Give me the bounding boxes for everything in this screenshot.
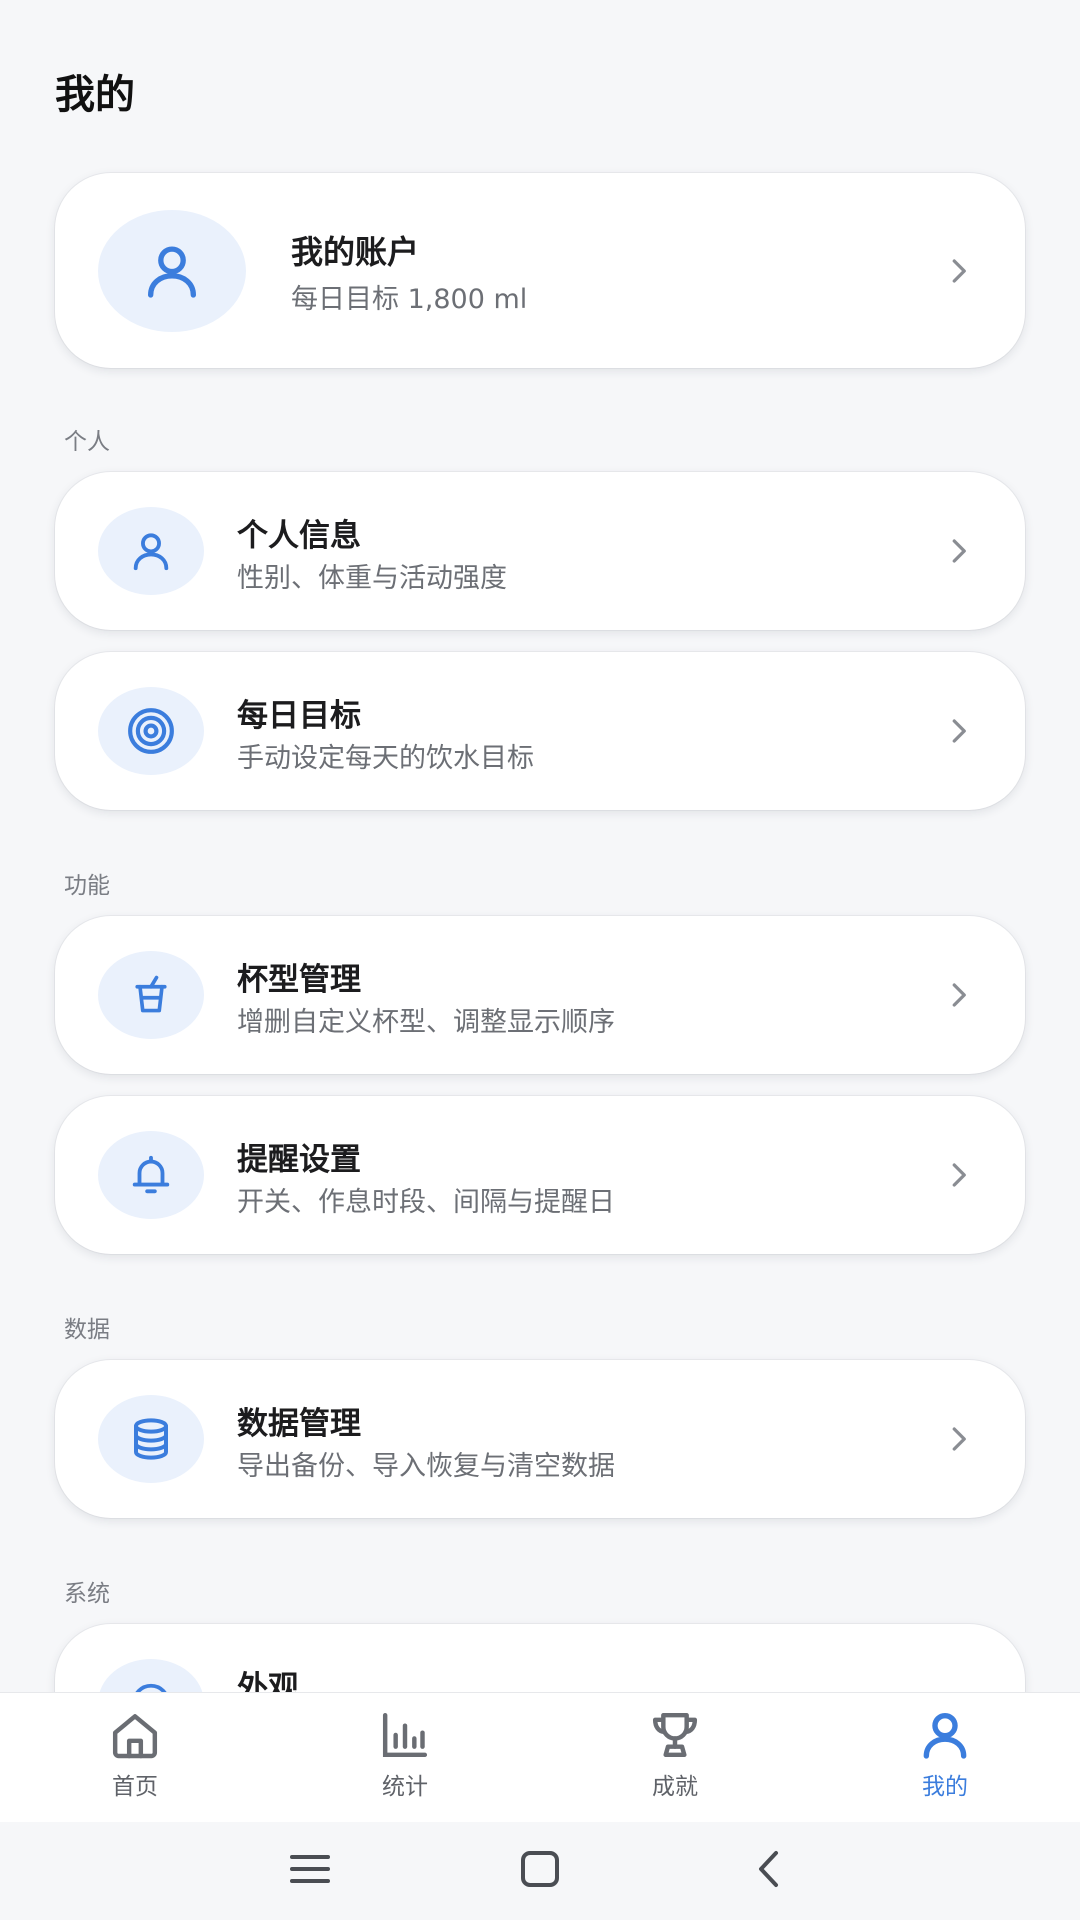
reminder-settings-title: 提醒设置	[237, 1142, 361, 1178]
back-icon[interactable]	[740, 1844, 800, 1894]
reminder-settings-item[interactable]: 提醒设置 开关、作息时段、间隔与提醒日	[55, 1096, 1025, 1254]
home-icon	[112, 1714, 158, 1759]
bar-chart-icon	[382, 1712, 428, 1758]
profile-subtitle: 性别、体重与活动强度	[237, 563, 507, 594]
trophy-icon	[652, 1712, 698, 1758]
data-management-item[interactable]: 数据管理 导出备份、导入恢复与清空数据	[55, 1360, 1025, 1518]
bottom-tab-bar: 首页 统计 成就 我的	[0, 1692, 1080, 1822]
tab-home[interactable]: 首页	[65, 1707, 205, 1817]
section-label-personal: 个人	[64, 429, 110, 455]
database-icon-bg	[98, 1395, 204, 1483]
chevron-right-icon	[952, 1427, 966, 1451]
tab-me[interactable]: 我的	[875, 1707, 1015, 1817]
reminder-settings-subtitle: 开关、作息时段、间隔与提醒日	[237, 1187, 615, 1218]
page-title: 我的	[55, 72, 135, 118]
system-nav-bar	[0, 1822, 1080, 1920]
account-title: 我的账户	[291, 233, 420, 271]
tab-me-label: 我的	[922, 1774, 968, 1800]
tab-home-label: 首页	[112, 1774, 158, 1800]
chevron-right-icon	[952, 1163, 966, 1187]
daily-goal-title: 每日目标	[237, 698, 361, 734]
cup-management-subtitle: 增删自定义杯型、调整显示顺序	[237, 1007, 615, 1038]
section-label-system: 系统	[64, 1581, 110, 1607]
cup-management-item[interactable]: 杯型管理 增删自定义杯型、调整显示顺序	[55, 916, 1025, 1074]
profile-item[interactable]: 个人信息 性别、体重与活动强度	[55, 472, 1025, 630]
account-avatar	[98, 210, 246, 332]
data-management-subtitle: 导出备份、导入恢复与清空数据	[237, 1451, 615, 1482]
database-icon	[134, 1418, 168, 1460]
bell-icon	[132, 1155, 170, 1194]
home-nav-icon[interactable]	[510, 1844, 570, 1894]
user-icon	[923, 1712, 967, 1759]
tab-achievements-label: 成就	[652, 1774, 698, 1800]
target-icon	[128, 708, 174, 754]
tab-achievements[interactable]: 成就	[605, 1707, 745, 1817]
account-card[interactable]: 我的账户 每日目标 1,800 ml	[55, 173, 1025, 368]
data-management-title: 数据管理	[237, 1406, 361, 1442]
profile-title: 个人信息	[237, 518, 361, 554]
section-label-features: 功能	[64, 873, 110, 899]
tab-stats[interactable]: 统计	[335, 1707, 475, 1817]
cup-icon	[135, 975, 167, 1013]
cup-management-title: 杯型管理	[237, 962, 361, 998]
chevron-right-icon	[952, 259, 966, 283]
menu-icon[interactable]	[280, 1844, 340, 1894]
bell-icon-bg	[98, 1131, 204, 1219]
chevron-right-icon	[952, 719, 966, 743]
user-icon	[133, 533, 169, 571]
chevron-right-icon	[952, 983, 966, 1007]
daily-goal-subtitle: 手动设定每天的饮水目标	[237, 743, 534, 774]
account-subtitle: 每日目标 1,800 ml	[291, 284, 528, 315]
chevron-right-icon	[952, 539, 966, 563]
daily-goal-item[interactable]: 每日目标 手动设定每天的饮水目标	[55, 652, 1025, 810]
tab-stats-label: 统计	[382, 1774, 428, 1800]
user-icon	[148, 246, 196, 298]
cup-icon-bg	[98, 951, 204, 1039]
section-label-data: 数据	[64, 1317, 110, 1343]
profile-icon-bg	[98, 507, 204, 595]
goal-icon-bg	[98, 687, 204, 775]
